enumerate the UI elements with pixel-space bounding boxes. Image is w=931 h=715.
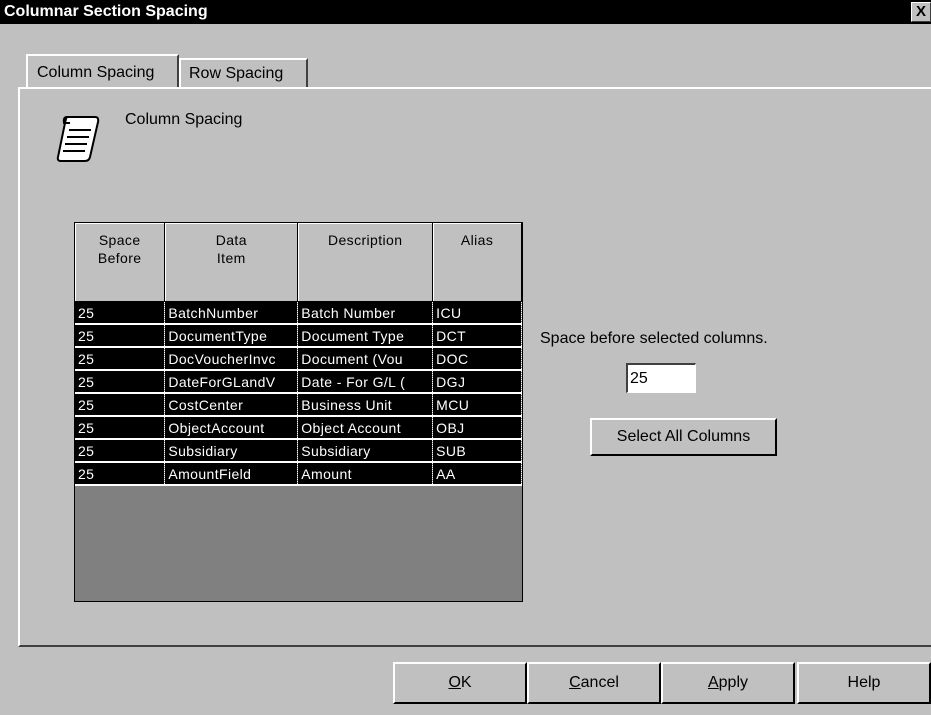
window-title: Columnar Section Spacing bbox=[4, 3, 208, 20]
table-row[interactable]: 25 DocumentType Document Type DCT bbox=[75, 324, 522, 348]
cell-alias: DOC bbox=[432, 347, 522, 371]
column-spacing-grid[interactable]: Space Before Data Item Description Alias 2… bbox=[74, 222, 523, 602]
table-row[interactable]: 25 DocVoucherInvc Document (Vou DOC bbox=[75, 347, 522, 371]
tab-row-spacing[interactable]: Row Spacing bbox=[179, 58, 308, 88]
title-bar: Columnar Section Spacing X bbox=[0, 0, 931, 24]
cell-space-before: 25 bbox=[75, 439, 166, 463]
cell-description: Business Unit bbox=[297, 393, 434, 417]
grid-header-row: Space Before Data Item Description Alias bbox=[75, 223, 522, 302]
cell-description: Subsidiary bbox=[297, 439, 434, 463]
cell-alias: OBJ bbox=[432, 416, 522, 440]
cell-data-item: AmountField bbox=[164, 462, 299, 486]
table-row[interactable]: 25 Subsidiary Subsidiary SUB bbox=[75, 439, 522, 463]
apply-button[interactable]: Apply bbox=[661, 662, 795, 704]
table-row[interactable]: 25 CostCenter Business Unit MCU bbox=[75, 393, 522, 417]
space-before-label: Space before selected columns. bbox=[540, 330, 768, 347]
table-row[interactable]: 25 DateForGLandV Date - For G/L ( DGJ bbox=[75, 370, 522, 394]
cell-description: Date - For G/L ( bbox=[297, 370, 434, 394]
cell-space-before: 25 bbox=[75, 416, 166, 440]
close-icon: X bbox=[915, 3, 926, 20]
cell-space-before: 25 bbox=[75, 347, 166, 371]
tab-column-spacing[interactable]: Column Spacing bbox=[26, 54, 179, 87]
cell-description: Document (Vou bbox=[297, 347, 434, 371]
header-space-before[interactable]: Space Before bbox=[75, 223, 166, 302]
ok-mnemonic: O bbox=[448, 674, 461, 691]
cell-data-item: Subsidiary bbox=[164, 439, 299, 463]
cell-alias: ICU bbox=[432, 301, 522, 325]
cell-alias: SUB bbox=[432, 439, 522, 463]
header-data-item[interactable]: Data Item bbox=[164, 223, 299, 302]
apply-label-rest: pply bbox=[718, 674, 749, 691]
cell-space-before: 25 bbox=[75, 393, 166, 417]
tab-row-spacing-label: Row Spacing bbox=[189, 65, 284, 82]
cell-alias: AA bbox=[432, 462, 522, 486]
scroll-document-icon bbox=[56, 116, 100, 162]
space-before-input[interactable] bbox=[626, 363, 696, 393]
cell-data-item: DocumentType bbox=[164, 324, 299, 348]
header-description[interactable]: Description bbox=[297, 223, 434, 302]
ok-button[interactable]: OK bbox=[393, 662, 527, 704]
cell-data-item: CostCenter bbox=[164, 393, 299, 417]
select-all-columns-button[interactable]: Select All Columns bbox=[590, 418, 777, 456]
section-heading: Column Spacing bbox=[125, 111, 243, 128]
cell-alias: DGJ bbox=[432, 370, 522, 394]
cell-description: Amount bbox=[297, 462, 434, 486]
cell-data-item: ObjectAccount bbox=[164, 416, 299, 440]
grid-table: Space Before Data Item Description Alias 2… bbox=[75, 223, 522, 486]
cell-data-item: DateForGLandV bbox=[164, 370, 299, 394]
ok-label-rest: K bbox=[460, 674, 472, 691]
cancel-button[interactable]: Cancel bbox=[527, 662, 661, 704]
cell-description: Batch Number bbox=[297, 301, 434, 325]
tab-column-spacing-label: Column Spacing bbox=[37, 64, 155, 81]
header-alias[interactable]: Alias bbox=[432, 223, 522, 302]
cell-data-item: DocVoucherInvc bbox=[164, 347, 299, 371]
cell-alias: DCT bbox=[432, 324, 522, 348]
cell-space-before: 25 bbox=[75, 462, 166, 486]
table-row[interactable]: 25 ObjectAccount Object Account OBJ bbox=[75, 416, 522, 440]
cancel-mnemonic: C bbox=[569, 674, 581, 691]
cell-space-before: 25 bbox=[75, 370, 166, 394]
cell-description: Object Account bbox=[297, 416, 434, 440]
cell-space-before: 25 bbox=[75, 301, 166, 325]
cell-description: Document Type bbox=[297, 324, 434, 348]
cell-space-before: 25 bbox=[75, 324, 166, 348]
table-row[interactable]: 25 AmountField Amount AA bbox=[75, 462, 522, 486]
help-button[interactable]: Help bbox=[797, 662, 931, 704]
cancel-label-rest: ancel bbox=[580, 674, 619, 691]
close-button[interactable]: X bbox=[911, 2, 931, 22]
cell-data-item: BatchNumber bbox=[164, 301, 299, 325]
table-row[interactable]: 25 BatchNumber Batch Number ICU bbox=[75, 301, 522, 325]
cell-alias: MCU bbox=[432, 393, 522, 417]
apply-mnemonic: A bbox=[707, 674, 719, 691]
